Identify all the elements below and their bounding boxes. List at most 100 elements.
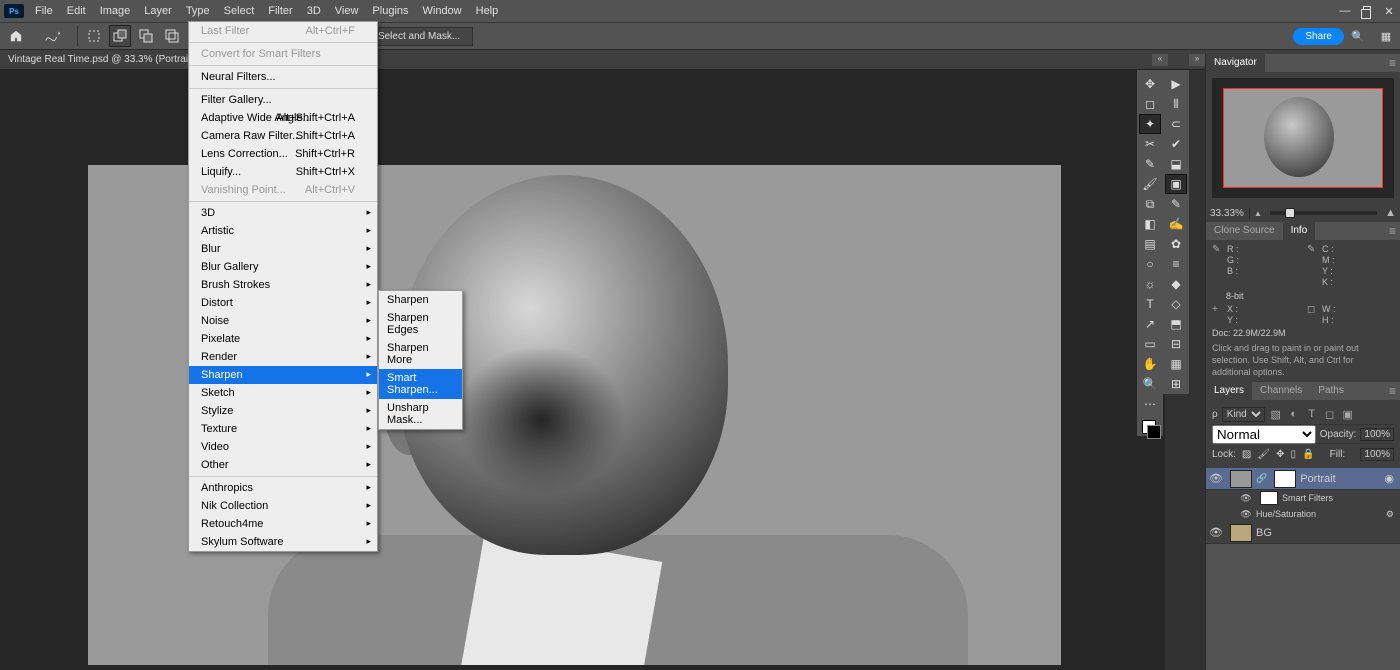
sharpen-item-unsharp-mask-[interactable]: Unsharp Mask...: [379, 399, 462, 429]
play-icon[interactable]: ▶: [1165, 74, 1187, 94]
path-icon[interactable]: ↗: [1139, 314, 1161, 334]
search-icon[interactable]: 🔍: [1349, 27, 1367, 45]
brush-preset-icon[interactable]: ✔: [1165, 134, 1187, 154]
filter-item-artistic[interactable]: Artistic▸: [189, 222, 377, 240]
selection-new[interactable]: [83, 25, 105, 47]
swatches-icon[interactable]: ⬓: [1165, 154, 1187, 174]
zoom-in-icon[interactable]: ▲: [1381, 207, 1400, 219]
menu-view[interactable]: View: [328, 0, 366, 22]
visibility-icon[interactable]: 👁: [1206, 472, 1226, 485]
menu-3d[interactable]: 3D: [300, 0, 328, 22]
menu-file[interactable]: File: [28, 0, 60, 22]
lock-position-icon[interactable]: ✥: [1276, 449, 1284, 460]
filter-item-blur[interactable]: Blur▸: [189, 240, 377, 258]
filter-item-anthropics[interactable]: Anthropics▸: [189, 479, 377, 497]
filter-pixel-icon[interactable]: ▧: [1269, 408, 1283, 421]
sharpen-item-smart-sharpen-[interactable]: Smart Sharpen...: [379, 369, 462, 399]
smart-filters-row[interactable]: 👁Smart Filters: [1206, 490, 1400, 506]
menu-image[interactable]: Image: [93, 0, 138, 22]
filter-item-3d[interactable]: 3D▸: [189, 204, 377, 222]
filter-smart-icon[interactable]: ▣: [1341, 408, 1355, 421]
menu-select[interactable]: Select: [217, 0, 262, 22]
layer-bg[interactable]: 👁BG: [1206, 522, 1400, 544]
navigator-preview[interactable]: [1212, 78, 1394, 198]
more-icon[interactable]: ⋯: [1139, 394, 1161, 414]
tab-channels[interactable]: Channels: [1252, 382, 1310, 400]
options-icon[interactable]: ⊂: [1165, 114, 1187, 134]
crop-icon[interactable]: ✂: [1139, 134, 1161, 154]
filter-fx-icon[interactable]: ◉: [1384, 472, 1394, 485]
selection-add[interactable]: [109, 25, 131, 47]
tab-paths[interactable]: Paths: [1310, 382, 1352, 400]
filter-item-lens-correction-[interactable]: Lens Correction...Shift+Ctrl+R: [189, 145, 377, 163]
navigator-options-icon[interactable]: ≡: [1389, 56, 1396, 70]
tab-layers[interactable]: Layers: [1206, 382, 1252, 400]
filter-item-liquify-[interactable]: Liquify...Shift+Ctrl+X: [189, 163, 377, 181]
gradient-icon[interactable]: ▤: [1139, 234, 1161, 254]
filter-menu-dropdown[interactable]: Last FilterAlt+Ctrl+FConvert for Smart F…: [188, 21, 378, 552]
eyedropper-icon[interactable]: ✎: [1139, 154, 1161, 174]
filter-item-pixelate[interactable]: Pixelate▸: [189, 330, 377, 348]
filter-item-camera-raw-filter-[interactable]: Camera Raw Filter...Shift+Ctrl+A: [189, 127, 377, 145]
menu-layer[interactable]: Layer: [137, 0, 179, 22]
filter-adjust-icon[interactable]: ◐: [1287, 408, 1301, 420]
filter-shape-icon[interactable]: ◻: [1323, 408, 1337, 421]
share-button[interactable]: Share: [1293, 28, 1344, 45]
pen-icon[interactable]: ✍: [1165, 214, 1187, 234]
type-icon[interactable]: T: [1139, 294, 1161, 314]
visibility-icon[interactable]: 👁: [1236, 493, 1256, 504]
layers-options-icon[interactable]: ≡: [1389, 384, 1396, 398]
filter-item-brush-strokes[interactable]: Brush Strokes▸: [189, 276, 377, 294]
menu-filter[interactable]: Filter: [261, 0, 299, 22]
filter-item-nik-collection[interactable]: Nik Collection▸: [189, 497, 377, 515]
layer-name[interactable]: Portrait: [1300, 473, 1335, 485]
zoom-icon[interactable]: 🔍: [1139, 374, 1161, 394]
move-icon[interactable]: ✥: [1139, 74, 1161, 94]
sharpen-item-sharpen-edges[interactable]: Sharpen Edges: [379, 309, 462, 339]
layer-thumb[interactable]: [1230, 470, 1252, 488]
window-minimize[interactable]: —: [1334, 5, 1356, 17]
filter-item-distort[interactable]: Distort▸: [189, 294, 377, 312]
filter-item-texture[interactable]: Texture▸: [189, 420, 377, 438]
opacity-value[interactable]: 100%: [1360, 428, 1394, 441]
filter-settings-icon[interactable]: ⚙: [1386, 509, 1394, 520]
filter-item-noise[interactable]: Noise▸: [189, 312, 377, 330]
panel-collapse-right[interactable]: »: [1189, 54, 1205, 66]
filter-item-render[interactable]: Render▸: [189, 348, 377, 366]
tab-navigator[interactable]: Navigator: [1206, 54, 1265, 72]
selection-intersect[interactable]: [161, 25, 183, 47]
menu-type[interactable]: Type: [179, 0, 217, 22]
home-icon[interactable]: [6, 26, 26, 46]
sharpen-item-sharpen[interactable]: Sharpen: [379, 291, 462, 309]
stamp-icon[interactable]: ⧉: [1139, 194, 1161, 214]
zoom-out-icon[interactable]: ▲: [1250, 209, 1266, 218]
clone-icon[interactable]: ≡: [1165, 254, 1187, 274]
brush-icon[interactable]: 🖌: [1139, 174, 1161, 194]
lock-artboard-icon[interactable]: ▯: [1290, 449, 1296, 460]
selection-subtract[interactable]: [135, 25, 157, 47]
panel-f-icon[interactable]: ⊞: [1165, 374, 1187, 394]
menu-window[interactable]: Window: [416, 0, 469, 22]
mask-thumb[interactable]: [1274, 470, 1296, 488]
panel-c-icon[interactable]: ⬒: [1165, 314, 1187, 334]
tab-info[interactable]: Info: [1283, 222, 1316, 240]
layer-kind-select[interactable]: Kind: [1222, 407, 1265, 422]
sharpen-submenu[interactable]: SharpenSharpen EdgesSharpen MoreSmart Sh…: [378, 290, 463, 430]
menu-edit[interactable]: Edit: [60, 0, 93, 22]
tab-clone-source[interactable]: Clone Source: [1206, 222, 1283, 240]
lock-pixels-icon[interactable]: 🖌: [1257, 449, 1270, 460]
info-options-icon[interactable]: ≡: [1389, 224, 1396, 238]
fg-bg-chip[interactable]: [1142, 420, 1158, 436]
eraser-icon[interactable]: ◧: [1139, 214, 1161, 234]
filter-item-adaptive-wide-angle-[interactable]: Adaptive Wide Angle...Alt+Shift+Ctrl+A: [189, 109, 377, 127]
menu-help[interactable]: Help: [469, 0, 506, 22]
window-maximize[interactable]: [1356, 5, 1378, 17]
filter-item-blur-gallery[interactable]: Blur Gallery▸: [189, 258, 377, 276]
blend-mode-select[interactable]: Normal: [1212, 425, 1316, 444]
window-close[interactable]: ✕: [1378, 5, 1400, 18]
panel-b-icon[interactable]: ◇: [1165, 294, 1187, 314]
panel-d-icon[interactable]: ⊟: [1165, 334, 1187, 354]
zoom-slider[interactable]: [1270, 211, 1377, 215]
hand-icon[interactable]: ✋: [1139, 354, 1161, 374]
workspace-icon[interactable]: ▦: [1377, 27, 1395, 45]
